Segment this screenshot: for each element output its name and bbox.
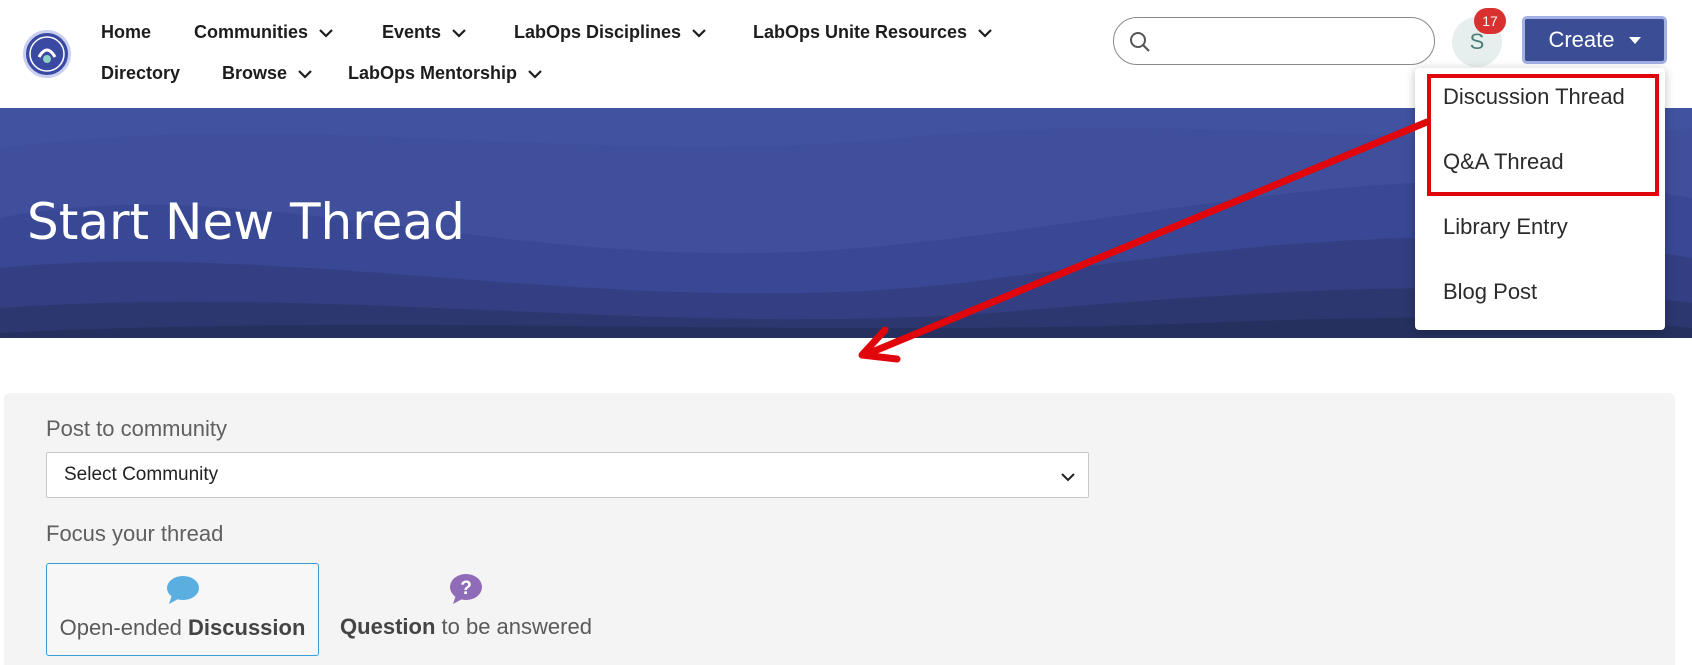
create-button[interactable]: Create	[1522, 16, 1667, 64]
nav-events-label: Events	[382, 22, 442, 42]
nav-directory-label: Directory	[101, 63, 181, 83]
focus-thread-label: Focus your thread	[46, 521, 224, 546]
nav-communities-label: Communities	[194, 22, 309, 42]
community-select-value: Select Community	[64, 464, 219, 485]
chevron-down-icon	[451, 28, 467, 38]
discussion-option-text: Open-ended Discussion	[59, 615, 306, 640]
nav-communities[interactable]: Communities	[194, 22, 334, 43]
menu-item-library-entry[interactable]: Library Entry	[1443, 214, 1568, 240]
nav-labops-unite-resources[interactable]: LabOps Unite Resources	[753, 22, 993, 43]
page-title: Start New Thread	[27, 193, 465, 251]
post-to-community-label: Post to community	[46, 416, 227, 441]
chevron-down-icon	[691, 28, 707, 38]
nav-labops-mentorship-label: LabOps Mentorship	[348, 63, 518, 83]
chevron-down-icon	[318, 28, 334, 38]
nav-browse[interactable]: Browse	[222, 63, 313, 84]
nav-directory[interactable]: Directory	[101, 63, 180, 84]
nav-events[interactable]: Events	[382, 22, 467, 43]
nav-browse-label: Browse	[222, 63, 288, 83]
notification-badge[interactable]: 17	[1474, 8, 1506, 34]
nav-home-label: Home	[101, 22, 152, 42]
create-dropdown-menu: Discussion Thread Q&A Thread Library Ent…	[1415, 68, 1665, 330]
chevron-down-icon	[977, 28, 993, 38]
nav-labops-mentorship[interactable]: LabOps Mentorship	[348, 63, 543, 84]
nav-home[interactable]: Home	[101, 22, 151, 43]
search-input[interactable]	[1160, 28, 1420, 56]
logo-mark-icon	[29, 36, 65, 72]
speech-bubble-icon	[166, 574, 200, 606]
chevron-down-icon	[297, 69, 313, 79]
search-box[interactable]	[1113, 17, 1435, 65]
menu-item-discussion-thread[interactable]: Discussion Thread	[1443, 84, 1625, 110]
menu-item-blog-post[interactable]: Blog Post	[1443, 279, 1537, 305]
question-bubble-icon: ?	[449, 573, 483, 605]
nav-labops-unite-resources-label: LabOps Unite Resources	[753, 22, 968, 42]
nav-labops-disciplines[interactable]: LabOps Disciplines	[514, 22, 707, 43]
focus-option-question[interactable]: ? Question to be answered	[326, 563, 606, 656]
chevron-down-icon	[1060, 466, 1076, 488]
labops-unite-logo[interactable]	[23, 30, 71, 78]
svg-text:?: ?	[460, 578, 472, 599]
caret-down-icon	[1628, 36, 1641, 44]
chevron-down-icon	[527, 69, 543, 79]
question-option-text: Question to be answered	[340, 614, 592, 639]
search-icon[interactable]	[1128, 30, 1152, 59]
create-button-label: Create	[1548, 27, 1615, 52]
menu-item-qa-thread[interactable]: Q&A Thread	[1443, 149, 1564, 175]
community-select[interactable]: Select Community	[46, 452, 1089, 498]
focus-option-discussion[interactable]: Open-ended Discussion	[46, 563, 319, 656]
nav-labops-disciplines-label: LabOps Disciplines	[514, 22, 682, 42]
